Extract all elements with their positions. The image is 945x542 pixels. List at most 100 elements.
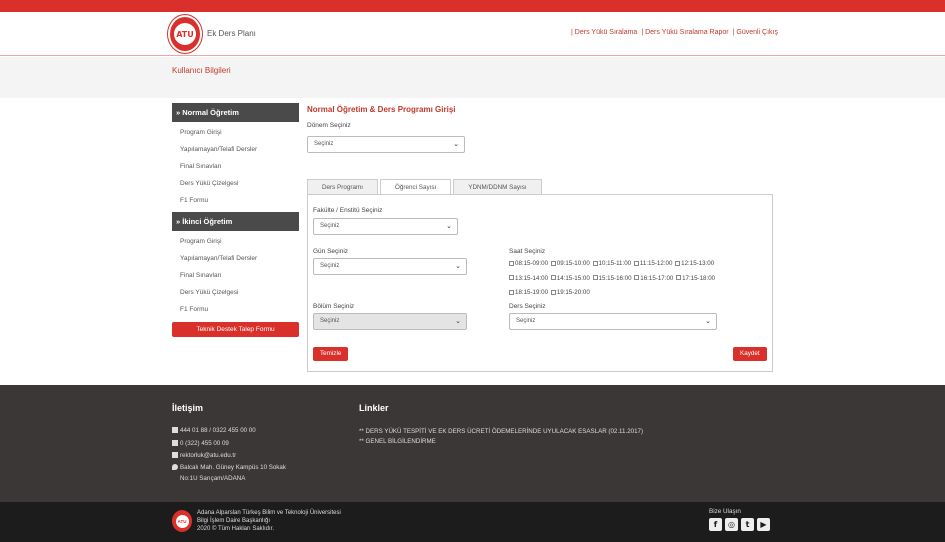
slot-label: 17:15-18:00: [682, 274, 716, 282]
gun-label: Gün Seçiniz: [313, 248, 349, 255]
footer-credits: Adana Alparslan Türkeş Bilim ve Teknoloj…: [197, 509, 341, 533]
slot-checkbox[interactable]: 10:15-11:00: [592, 257, 632, 272]
slot-checkbox[interactable]: 11:15-12:00: [633, 257, 673, 272]
slot-checkbox[interactable]: 16:15-17:00: [634, 272, 673, 287]
nav-ders-yuku-siralama[interactable]: | Ders Yükü Sıralama: [571, 29, 637, 36]
banner-title: Kullanıcı Bilgileri: [172, 66, 231, 75]
gun-select[interactable]: Seçiniz ⌄: [313, 258, 467, 275]
support-request-button[interactable]: Teknik Destek Talep Formu: [172, 322, 299, 337]
sidebar-heading-ikinci[interactable]: » İkinci Öğretim: [172, 212, 299, 231]
link-genel-bilgilendirme[interactable]: ** GENEL BİLGİLENDİRME: [359, 438, 436, 445]
phone-line: 444 01 88 / 0322 455 00 00: [172, 427, 256, 434]
slot-checkbox[interactable]: 09:15-10:00: [550, 257, 590, 272]
clear-button[interactable]: Temizle: [313, 347, 349, 361]
chevron-down-icon: ⌄: [453, 141, 459, 148]
fax-line: 0 (322) 455 00 09: [172, 440, 229, 447]
email-line[interactable]: rektorluk@atu.edu.tr: [172, 452, 236, 459]
tab-panel: Fakülte / Enstitü Seçiniz Seçiniz ⌄ Gün …: [307, 194, 773, 372]
top-accent-bar: [0, 0, 945, 12]
social-links: f ◎ t ▶: [709, 518, 770, 531]
checkbox-icon: [592, 275, 598, 281]
checkbox-icon: [675, 260, 681, 266]
donem-select[interactable]: Seçiniz ⌄: [307, 136, 465, 153]
tab-ders-programi[interactable]: Ders Programı: [307, 179, 378, 194]
slot-label: 13:15-14:00: [515, 274, 549, 282]
slot-checkbox[interactable]: 12:15-13:00: [675, 257, 714, 272]
links-title: Linkler: [359, 403, 389, 413]
slot-label: 19:15-20:00: [556, 289, 590, 296]
slot-checkbox[interactable]: 14:15-15:00: [550, 272, 590, 287]
bolum-select[interactable]: Seçiniz ⌄: [313, 313, 467, 330]
address-text-1: Balcalı Mah. Güney Kampüs 10 Sokak: [180, 464, 286, 471]
slot-label: 14:15-15:00: [556, 274, 590, 282]
twitter-icon[interactable]: t: [741, 518, 754, 531]
save-button[interactable]: Kaydet: [733, 347, 767, 361]
sidebar-item-f1-formu-2[interactable]: F1 Formu: [172, 301, 299, 318]
slot-label: 16:15-17:00: [640, 274, 674, 282]
sidebar-item-final-sinavlari[interactable]: Final Sınavları: [172, 158, 299, 175]
sidebar-item-program-girisi[interactable]: Program Girişi: [172, 124, 299, 141]
slot-label: 11:15-12:00: [639, 260, 673, 267]
checkbox-icon: [550, 275, 556, 281]
map-pin-icon: [172, 464, 178, 470]
checkbox-icon: [509, 260, 514, 266]
slot-label: 15:15-16:00: [598, 274, 632, 282]
slot-checkbox[interactable]: 19:15-20:00: [550, 286, 590, 301]
checkbox-icon: [592, 260, 598, 266]
site-header: ATU Ek Ders Planı | Ders Yükü Sıralama |…: [0, 12, 945, 56]
footer: İletişim 444 01 88 / 0322 455 00 00 0 (3…: [0, 385, 945, 502]
app-name: Ek Ders Planı: [207, 29, 256, 38]
sidebar-heading-normal[interactable]: » Normal Öğretim: [172, 103, 299, 122]
phone-icon: [172, 427, 178, 433]
contact-title: İletişim: [172, 403, 204, 413]
tab-ogrenci-sayisi[interactable]: Öğrenci Sayısı: [379, 179, 452, 194]
slot-checkbox[interactable]: 18:15-19:00: [509, 286, 548, 301]
checkbox-icon: [509, 289, 514, 295]
chevron-down-icon: ⌄: [446, 223, 452, 230]
sidebar-item-program-girisi-2[interactable]: Program Girişi: [172, 233, 299, 250]
nav-ders-yuku-siralama-rapor[interactable]: | Ders Yükü Sıralama Rapor: [641, 29, 728, 36]
slot-label: 09:15-10:00: [556, 260, 590, 267]
sidebar-item-f1-formu[interactable]: F1 Formu: [172, 192, 299, 209]
donem-label: Dönem Seçiniz: [307, 122, 351, 129]
address-line-1: Balcalı Mah. Güney Kampüs 10 Sokak: [172, 464, 286, 471]
footer-university-logo: ATU: [172, 510, 192, 532]
mail-icon: [172, 452, 178, 458]
sidebar-item-ders-yuku-cizelgesi-2[interactable]: Ders Yükü Çizelgesi: [172, 284, 299, 301]
slot-label: 10:15-11:00: [598, 260, 632, 267]
slot-label: 12:15-13:00: [681, 260, 715, 267]
youtube-icon[interactable]: ▶: [757, 518, 770, 531]
top-nav: | Ders Yükü Sıralama | Ders Yükü Sıralam…: [571, 29, 778, 36]
logo-text: ATU: [174, 23, 196, 45]
checkbox-icon: [550, 289, 556, 295]
link-ders-yuku-esaslar[interactable]: ** DERS YÜKÜ TESPİTİ VE EK DERS ÜCRETİ Ö…: [359, 428, 643, 435]
slot-checkbox[interactable]: 15:15-16:00: [592, 272, 632, 287]
footer-credit-line-1: Adana Alparslan Türkeş Bilim ve Teknoloj…: [197, 510, 341, 516]
address-line-2: No:1U Sarıçam/ADANA: [180, 475, 246, 482]
instagram-icon[interactable]: ◎: [725, 518, 738, 531]
chevron-down-icon: ⌄: [705, 318, 711, 325]
sidebar-item-ders-yuku-cizelgesi[interactable]: Ders Yükü Çizelgesi: [172, 175, 299, 192]
sidebar-item-telafi-dersler-2[interactable]: Yapılamayan/Telafi Dersler: [172, 250, 299, 267]
footer-logo-text: ATU: [175, 514, 189, 528]
chevron-down-icon: ⌄: [455, 318, 461, 325]
social-label: Bize Ulaşın: [709, 508, 741, 515]
slot-checkbox[interactable]: 08:15-09:00: [509, 257, 548, 272]
ders-select[interactable]: Seçiniz ⌄: [509, 313, 717, 330]
slot-checkbox[interactable]: 13:15-14:00: [509, 272, 548, 287]
nav-guvenli-cikis[interactable]: | Güvenli Çıkış: [733, 29, 778, 36]
sidebar-item-telafi-dersler[interactable]: Yapılamayan/Telafi Dersler: [172, 141, 299, 158]
fakulte-select[interactable]: Seçiniz ⌄: [313, 218, 458, 235]
slot-checkbox[interactable]: 17:15-18:00: [676, 272, 715, 287]
ders-select-value: Seçiniz: [516, 318, 536, 324]
checkbox-icon: [633, 260, 639, 266]
university-logo[interactable]: ATU: [168, 15, 202, 53]
facebook-icon[interactable]: f: [709, 518, 722, 531]
checkbox-icon: [550, 260, 556, 266]
sidebar-item-final-sinavlari-2[interactable]: Final Sınavları: [172, 267, 299, 284]
tab-ydnm-ddnm-sayisi[interactable]: YDNM/DDNM Sayısı: [453, 179, 542, 194]
donem-select-value: Seçiniz: [314, 141, 334, 147]
page-title: Normal Öğretim & Ders Programı Girişi: [307, 105, 456, 114]
footer-credit-line-2: Bilgi İşlem Daire Başkanlığı: [197, 518, 271, 524]
bottom-bar: ATU Adana Alparslan Türkeş Bilim ve Tekn…: [0, 502, 945, 542]
